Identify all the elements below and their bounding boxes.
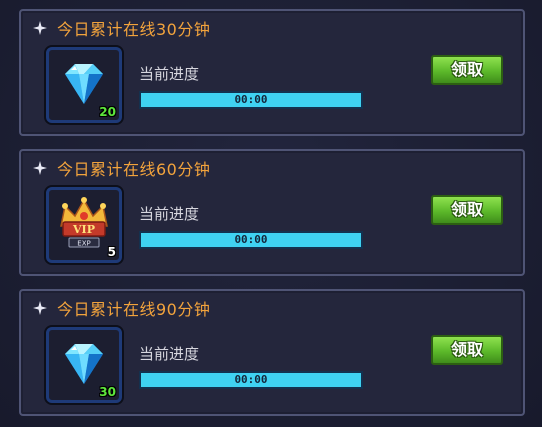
reward-title: 今日累计在线90分钟 bbox=[33, 296, 210, 320]
reward-list: 今日累计在线30分钟 20 当前进度 00:00 领取 今日累计在线60分钟 V… bbox=[0, 0, 542, 427]
exp-badge: EXP bbox=[77, 240, 90, 248]
item-count: 5 bbox=[107, 245, 116, 259]
progress-label: 当前进度 bbox=[139, 205, 200, 223]
reward-title: 今日累计在线60分钟 bbox=[33, 156, 210, 180]
reward-card-90min: 今日累计在线90分钟 30 当前进度 00:00 领取 bbox=[19, 289, 525, 416]
reward-title: 今日累计在线30分钟 bbox=[33, 16, 210, 40]
sparkle-icon bbox=[33, 21, 47, 35]
reward-item-slot[interactable]: 20 bbox=[46, 47, 122, 123]
reward-title-text: 今日累计在线90分钟 bbox=[57, 300, 211, 319]
reward-title-text: 今日累计在线30分钟 bbox=[57, 20, 211, 39]
sparkle-icon bbox=[33, 301, 47, 315]
sparkle-icon bbox=[33, 161, 47, 175]
claim-button[interactable]: 领取 bbox=[431, 195, 503, 225]
progress-time: 00:00 bbox=[234, 373, 268, 386]
reward-card-60min: 今日累计在线60分钟 VIP EXP 5 当前进度 00:00 领取 bbox=[19, 149, 525, 276]
progress-bar: 00:00 bbox=[139, 371, 363, 389]
item-count: 20 bbox=[99, 105, 116, 119]
claim-button[interactable]: 领取 bbox=[431, 55, 503, 85]
progress-label: 当前进度 bbox=[139, 345, 200, 363]
progress-bar: 00:00 bbox=[139, 231, 363, 249]
progress-label: 当前进度 bbox=[139, 65, 200, 83]
progress-bar: 00:00 bbox=[139, 91, 363, 109]
reward-title-text: 今日累计在线60分钟 bbox=[57, 160, 211, 179]
claim-button[interactable]: 领取 bbox=[431, 335, 503, 365]
vip-exp-crown-icon: VIP EXP bbox=[60, 197, 108, 248]
reward-card-30min: 今日累计在线30分钟 20 当前进度 00:00 领取 bbox=[19, 9, 525, 136]
vip-badge: VIP bbox=[72, 223, 95, 236]
item-count: 30 bbox=[99, 385, 116, 399]
progress-time: 00:00 bbox=[234, 93, 268, 106]
progress-time: 00:00 bbox=[234, 233, 268, 246]
reward-item-slot[interactable]: VIP EXP 5 bbox=[46, 187, 122, 263]
reward-item-slot[interactable]: 30 bbox=[46, 327, 122, 403]
